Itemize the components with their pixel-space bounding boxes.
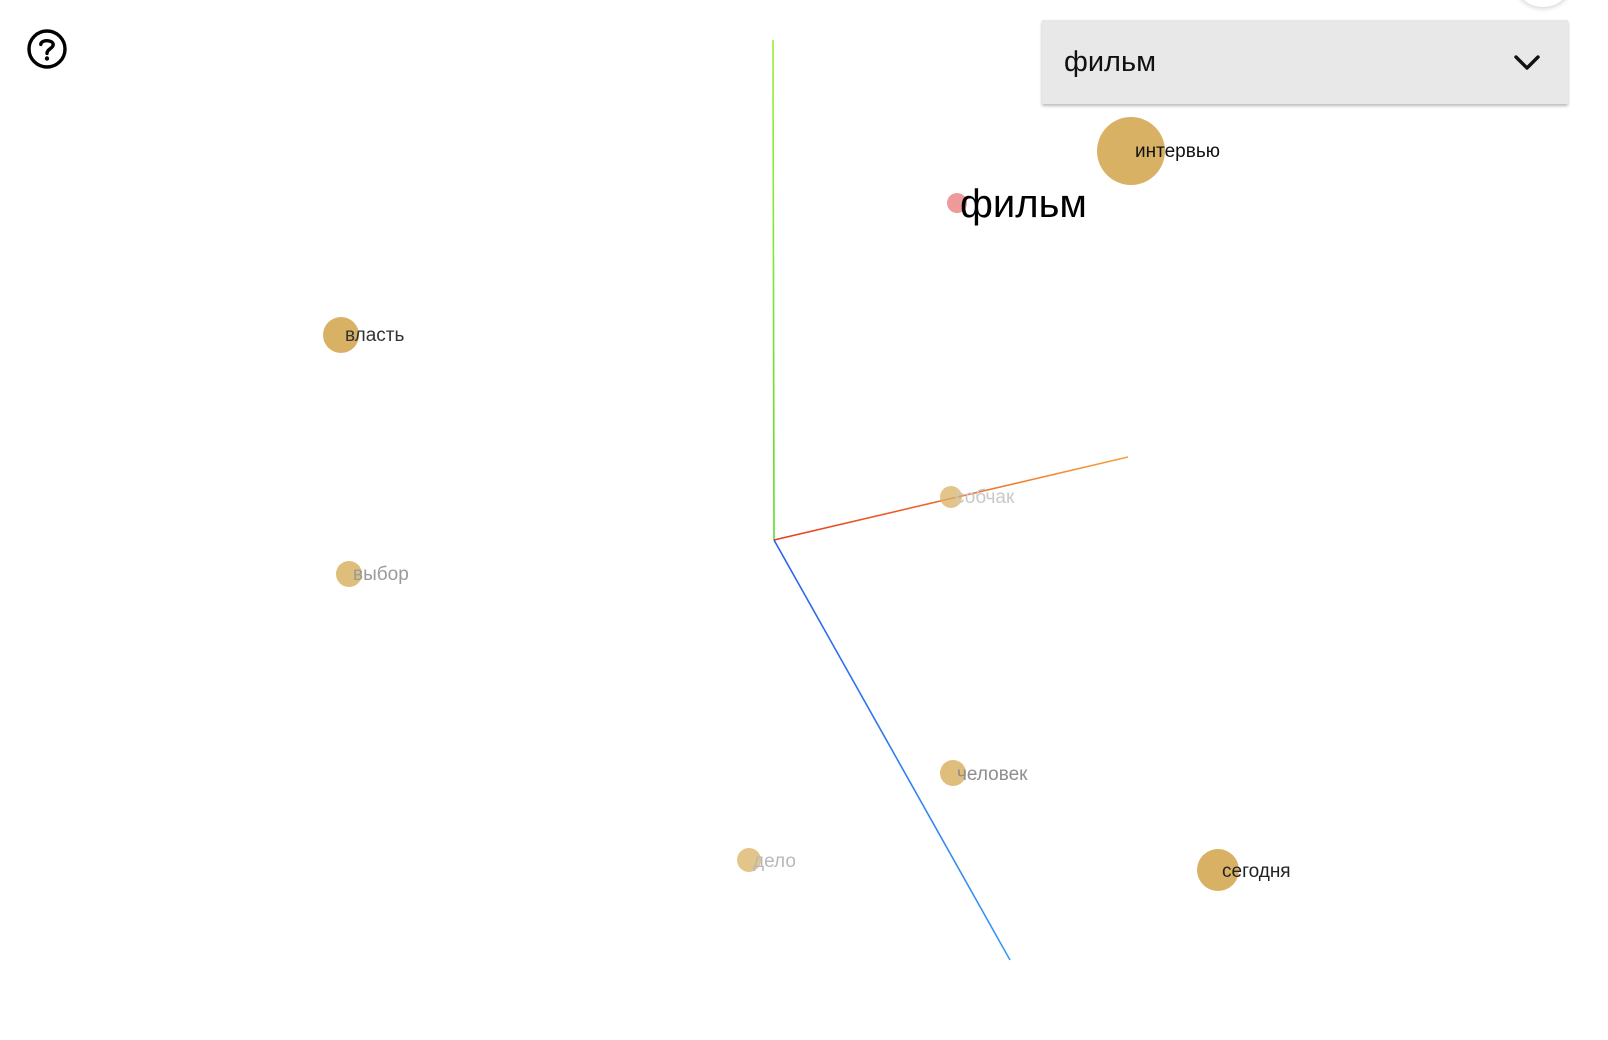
word-label[interactable]: власть — [345, 326, 404, 345]
word-label[interactable]: выбор — [353, 565, 409, 584]
axis-z — [773, 539, 1011, 961]
focus-word-label[interactable]: фильм — [960, 184, 1087, 224]
word-select-value: фильм — [1064, 46, 1157, 78]
word-label[interactable]: интервью — [1135, 142, 1220, 161]
help-circle-icon — [27, 29, 67, 69]
chevron-down-icon — [1514, 55, 1540, 70]
embedding-viewer[interactable]: фильм интервью власть собчак выбор человек дел… — [0, 0, 1608, 1040]
help-button[interactable] — [26, 28, 68, 70]
axis-y — [772, 39, 775, 541]
word-label[interactable]: сегодня — [1222, 862, 1291, 881]
word-select[interactable]: фильм — [1042, 20, 1568, 104]
word-label[interactable]: дело — [753, 852, 796, 871]
word-label[interactable]: человек — [957, 765, 1027, 784]
3d-scene[interactable] — [0, 0, 1608, 1040]
word-label[interactable]: собчак — [955, 488, 1014, 507]
